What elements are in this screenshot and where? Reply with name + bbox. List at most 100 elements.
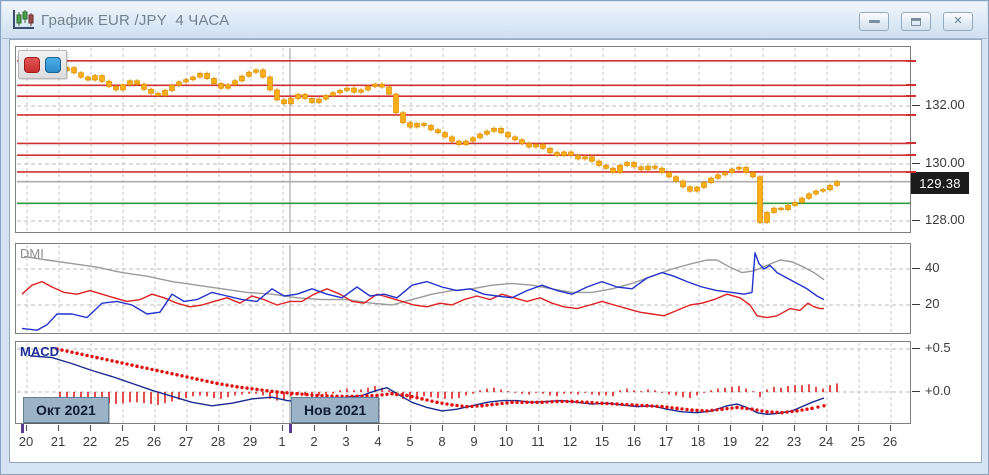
minimize-icon (868, 20, 880, 23)
date-axis-tick (442, 425, 443, 431)
date-axis-label: 3 (342, 434, 350, 449)
date-axis-label: 26 (146, 434, 162, 449)
candlestick-chart-icon (13, 10, 34, 29)
price-axis-label: 132.00 (925, 97, 965, 112)
date-axis-tick (410, 425, 411, 431)
date-axis-tick (282, 425, 283, 431)
red-level-axis-tick (906, 154, 916, 156)
dmi-label: DMI (20, 246, 44, 261)
date-axis-label: 12 (562, 434, 578, 449)
date-axis-tick (730, 425, 731, 431)
chart-toolbar (18, 50, 67, 79)
red-level-axis-tick (906, 60, 916, 62)
minimize-button[interactable] (859, 12, 889, 31)
month-badge-nov: Нов 2021 (291, 397, 380, 423)
date-axis-label: 4 (374, 434, 382, 449)
close-button[interactable]: ✕ (943, 12, 973, 31)
date-axis-tick (186, 425, 187, 431)
dmi-axis-label: 20 (925, 296, 940, 311)
date-axis-label: 26 (882, 434, 898, 449)
date-axis-tick (314, 425, 315, 431)
red-level-axis-tick (906, 84, 916, 86)
date-axis-tick (26, 425, 27, 431)
date-axis-tick (58, 425, 59, 431)
date-axis-tick (698, 425, 699, 431)
date-axis-label: 10 (498, 434, 514, 449)
date-axis-label: 16 (626, 434, 642, 449)
close-icon: ✕ (953, 15, 963, 27)
macd-axis-label: +0.5 (925, 340, 951, 355)
price-axis-label: 128.00 (925, 212, 965, 227)
title-bar[interactable]: График EUR /JPY 4 ЧАСА ✕ (2, 2, 987, 39)
date-axis-label: 25 (850, 434, 866, 449)
buy-square-button[interactable] (45, 56, 61, 73)
date-axis-tick (154, 425, 155, 431)
month-badge-oct: Окт 2021 (23, 397, 109, 423)
month-start-tick (21, 424, 24, 433)
red-level-axis-tick (906, 171, 916, 173)
month-start-tick (289, 424, 292, 433)
date-axis-tick (890, 425, 891, 431)
date-axis-label: 2 (310, 434, 318, 449)
red-level-axis-tick (906, 142, 916, 144)
date-axis-label: 21 (50, 434, 66, 449)
date-axis-label: 11 (531, 434, 545, 449)
chart-window: График EUR /JPY 4 ЧАСА ✕ DMI MACD Окт 20… (0, 0, 989, 475)
date-axis-tick (378, 425, 379, 431)
macd-axis-tick (912, 348, 920, 349)
date-axis-tick (538, 425, 539, 431)
price-axis-tick (912, 220, 920, 221)
date-axis-tick (250, 425, 251, 431)
macd-label: MACD (20, 344, 59, 359)
dmi-axis-label: 40 (925, 260, 940, 275)
restore-button[interactable] (901, 12, 931, 31)
date-axis-tick (602, 425, 603, 431)
date-axis-label: 27 (178, 434, 194, 449)
date-axis-label: 18 (690, 434, 706, 449)
date-axis-tick (346, 425, 347, 431)
date-axis-label: 1 (278, 434, 286, 449)
date-axis-label: 24 (818, 434, 834, 449)
date-axis-tick (634, 425, 635, 431)
date-axis-label: 19 (722, 434, 738, 449)
date-axis-label: 17 (658, 434, 674, 449)
red-level-axis-tick (906, 95, 916, 97)
date-axis-label: 28 (210, 434, 226, 449)
macd-axis-label: +0.0 (925, 383, 951, 398)
date-axis-label: 22 (754, 434, 770, 449)
date-axis-label: 15 (594, 434, 610, 449)
restore-icon (911, 17, 921, 26)
macd-axis-tick (912, 391, 920, 392)
date-axis-tick (122, 425, 123, 431)
current-price-badge: 129.38 (911, 172, 969, 194)
date-axis-tick (762, 425, 763, 431)
date-axis-tick (218, 425, 219, 431)
price-axis-tick (912, 163, 920, 164)
date-axis-tick (794, 425, 795, 431)
date-axis-tick (506, 425, 507, 431)
date-axis-tick (474, 425, 475, 431)
price-chart-panel[interactable] (15, 46, 911, 233)
window-controls: ✕ (859, 12, 973, 31)
date-axis-tick (90, 425, 91, 431)
dmi-axis-tick (912, 268, 920, 269)
macd-indicator-panel[interactable] (15, 341, 911, 424)
date-axis-label: 8 (438, 434, 446, 449)
dmi-indicator-panel[interactable] (15, 243, 911, 334)
sell-square-button[interactable] (24, 56, 40, 73)
date-axis-label: 29 (242, 434, 258, 449)
date-axis-label: 20 (18, 434, 34, 449)
date-axis-label: 22 (82, 434, 98, 449)
date-axis-label: 25 (114, 434, 130, 449)
date-axis-tick (666, 425, 667, 431)
price-axis-tick (912, 105, 920, 106)
price-axis-label: 130.00 (925, 155, 965, 170)
red-level-axis-tick (906, 114, 916, 116)
date-axis-tick (570, 425, 571, 431)
window-title: График EUR /JPY 4 ЧАСА (41, 11, 230, 29)
date-axis-tick (858, 425, 859, 431)
date-axis-label: 23 (786, 434, 802, 449)
dmi-axis-tick (912, 304, 920, 305)
date-axis-label: 5 (406, 434, 414, 449)
date-axis-tick (826, 425, 827, 431)
